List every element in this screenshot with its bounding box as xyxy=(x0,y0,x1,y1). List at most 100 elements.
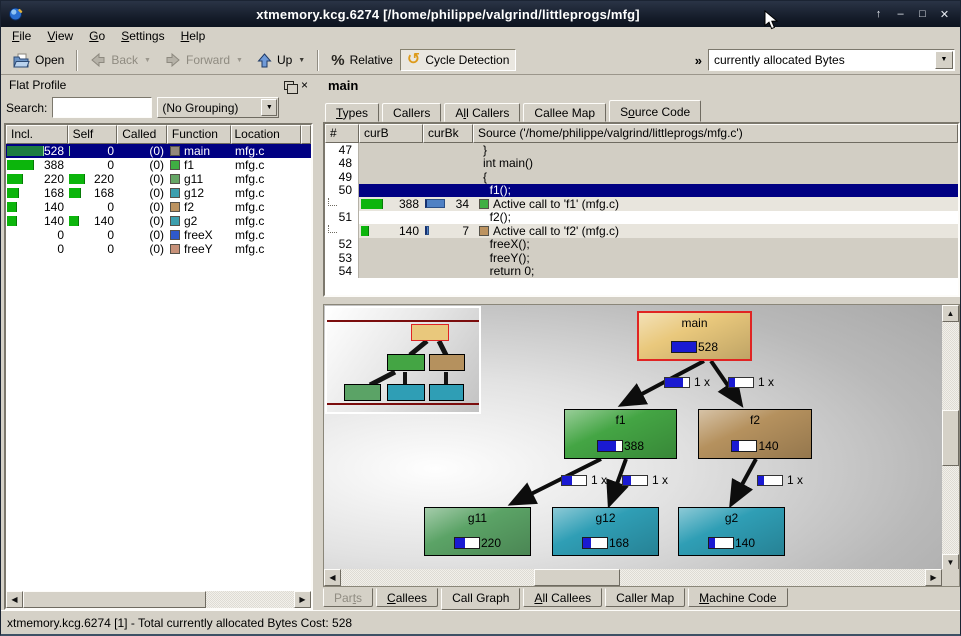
flat-profile-table: Incl. Self Called Function Location 528 … xyxy=(4,123,313,610)
source-line[interactable]: 51 f2(); xyxy=(325,211,958,225)
graph-node-g11[interactable]: g11 220 xyxy=(424,507,531,556)
tab-call-graph[interactable]: Call Graph xyxy=(441,588,520,610)
table-row-freeX[interactable]: 0 0 (0) freeX mfg.c xyxy=(6,228,311,242)
table-row-f2[interactable]: 140 0 (0) f2 mfg.c xyxy=(6,200,311,214)
source-call-row[interactable]: 140 7 Active call to 'f2' (mfg.c) xyxy=(325,224,958,238)
column-header-called[interactable]: Called xyxy=(117,125,167,144)
call-graph-canvas[interactable]: main 528 f1 388 f2 140 g11 220 g12 168 g… xyxy=(324,305,942,569)
column-header-source[interactable]: Source ('/home/philippe/valgrind/littlep… xyxy=(473,124,958,143)
function-color-swatch xyxy=(170,202,180,212)
source-line[interactable]: 47} xyxy=(325,143,958,157)
dock-close-icon[interactable]: × xyxy=(301,80,308,90)
source-line[interactable]: 52 freeX(); xyxy=(325,238,958,252)
dock-float-icon[interactable] xyxy=(284,81,294,90)
chevron-down-icon[interactable]: ▼ xyxy=(935,51,953,69)
maximize-button[interactable]: □ xyxy=(914,8,931,20)
menu-file[interactable]: File xyxy=(4,28,39,45)
column-header-location[interactable]: Location xyxy=(231,125,301,144)
panel-splitter-horizontal[interactable] xyxy=(323,297,960,304)
graph-node-g12[interactable]: g12 168 xyxy=(552,507,659,556)
active-function-title: main xyxy=(328,78,358,93)
tab-all-callers[interactable]: All Callers xyxy=(444,103,520,122)
column-header-function[interactable]: Function xyxy=(167,125,232,144)
scrollbar-thumb[interactable] xyxy=(942,410,959,466)
tab-source-code[interactable]: Source Code xyxy=(609,100,701,122)
chevron-down-icon[interactable]: ▼ xyxy=(261,99,277,116)
scroll-left-icon[interactable]: ◀ xyxy=(324,569,341,586)
search-input[interactable] xyxy=(52,97,152,118)
source-line[interactable]: 48int main() xyxy=(325,157,958,171)
toolbar-separator xyxy=(76,50,78,71)
panel-splitter-vertical[interactable] xyxy=(313,76,323,610)
graph-node-f2[interactable]: f2 140 xyxy=(698,409,812,459)
column-header-curb[interactable]: curB xyxy=(359,124,423,143)
menu-view[interactable]: View xyxy=(39,28,81,45)
up-arrow-icon xyxy=(257,53,272,68)
table-row-freeY[interactable]: 0 0 (0) freeY mfg.c xyxy=(6,242,311,256)
table-row-g12[interactable]: 168 168 (0) g12 mfg.c xyxy=(6,186,311,200)
flat-table-hscrollbar[interactable]: ◀ ▶ xyxy=(6,591,311,608)
grouping-combobox[interactable]: (No Grouping) ▼ xyxy=(157,97,279,118)
source-line[interactable]: 53 freeY(); xyxy=(325,251,958,265)
tab-callees[interactable]: Callees xyxy=(376,588,438,607)
menu-help[interactable]: Help xyxy=(173,28,214,45)
close-button[interactable]: ✕ xyxy=(936,8,953,21)
column-header-filler xyxy=(301,125,311,144)
dock-title: Flat Profile xyxy=(9,78,66,92)
column-header-self[interactable]: Self xyxy=(68,125,118,144)
column-header-curbk[interactable]: curBk xyxy=(423,124,473,143)
tab-parts[interactable]: Parts xyxy=(323,588,373,607)
cycle-detection-toggle-button[interactable]: ↺ Cycle Detection xyxy=(400,49,516,71)
source-line[interactable]: 54 return 0; xyxy=(325,265,958,279)
source-line-selected[interactable]: 50 f1(); xyxy=(325,184,958,198)
tab-types[interactable]: Types xyxy=(325,103,379,122)
graph-vscrollbar[interactable]: ▲ ▼ xyxy=(942,305,959,571)
graph-hscrollbar[interactable]: ◀ ▶ xyxy=(324,569,942,586)
forward-arrow-icon xyxy=(165,53,181,67)
open-folder-icon xyxy=(13,53,30,68)
scroll-right-icon[interactable]: ▶ xyxy=(294,591,311,608)
column-header-incl[interactable]: Incl. xyxy=(6,125,68,144)
table-row-g11[interactable]: 220 220 (0) g11 mfg.c xyxy=(6,172,311,186)
source-line[interactable]: 49{ xyxy=(325,170,958,184)
forward-button[interactable]: Forward▼ xyxy=(158,49,250,71)
graph-node-g2[interactable]: g2 140 xyxy=(678,507,785,556)
tab-all-callees[interactable]: All Callees xyxy=(523,588,602,607)
scroll-up-icon[interactable]: ▲ xyxy=(942,305,959,322)
graph-birdseye-view[interactable] xyxy=(325,306,481,414)
edge-label-f1-g11: 1 x xyxy=(561,473,607,487)
percent-icon: % xyxy=(331,52,344,69)
source-call-row[interactable]: 388 34 Active call to 'f1' (mfg.c) xyxy=(325,197,958,211)
tab-callee-map[interactable]: Callee Map xyxy=(523,103,606,122)
toolbar-separator xyxy=(317,50,319,71)
toolbar-overflow-button[interactable]: » xyxy=(695,53,702,68)
back-arrow-icon xyxy=(90,53,106,67)
table-row-f1[interactable]: 388 0 (0) f1 mfg.c xyxy=(6,158,311,172)
tab-callers[interactable]: Callers xyxy=(382,103,441,122)
tab-machine-code[interactable]: Machine Code xyxy=(688,588,787,607)
keep-above-button[interactable]: ↑ xyxy=(870,8,887,20)
scrollbar-thumb[interactable] xyxy=(534,569,620,586)
menu-go[interactable]: Go xyxy=(81,28,113,45)
table-row-g2[interactable]: 140 140 (0) g2 mfg.c xyxy=(6,214,311,228)
titlebar: xtmemory.kcg.6274 [/home/philippe/valgri… xyxy=(1,1,960,27)
back-button[interactable]: Back▼ xyxy=(83,49,158,71)
up-button[interactable]: Up▼ xyxy=(250,49,312,72)
graph-node-f1[interactable]: f1 388 xyxy=(564,409,677,459)
scrollbar-thumb[interactable] xyxy=(23,591,206,608)
event-type-combobox[interactable]: currently allocated Bytes ▼ xyxy=(708,49,955,71)
graph-node-main[interactable]: main 528 xyxy=(637,311,752,361)
app-window: xtmemory.kcg.6274 [/home/philippe/valgri… xyxy=(0,0,961,636)
minimap-node-g11 xyxy=(344,384,381,401)
edge-label-main-f1: 1 x xyxy=(664,375,710,389)
table-row-main[interactable]: 528 0 (0) main mfg.c xyxy=(6,144,311,158)
app-icon xyxy=(8,6,25,23)
scroll-left-icon[interactable]: ◀ xyxy=(6,591,23,608)
open-button[interactable]: Open xyxy=(6,49,71,72)
minimize-button[interactable]: – xyxy=(892,8,909,20)
tab-caller-map[interactable]: Caller Map xyxy=(605,588,685,607)
menu-settings[interactable]: Settings xyxy=(113,28,172,45)
column-header-linenum[interactable]: # xyxy=(325,124,359,143)
scroll-right-icon[interactable]: ▶ xyxy=(925,569,942,586)
relative-toggle-button[interactable]: % Relative xyxy=(324,48,400,73)
